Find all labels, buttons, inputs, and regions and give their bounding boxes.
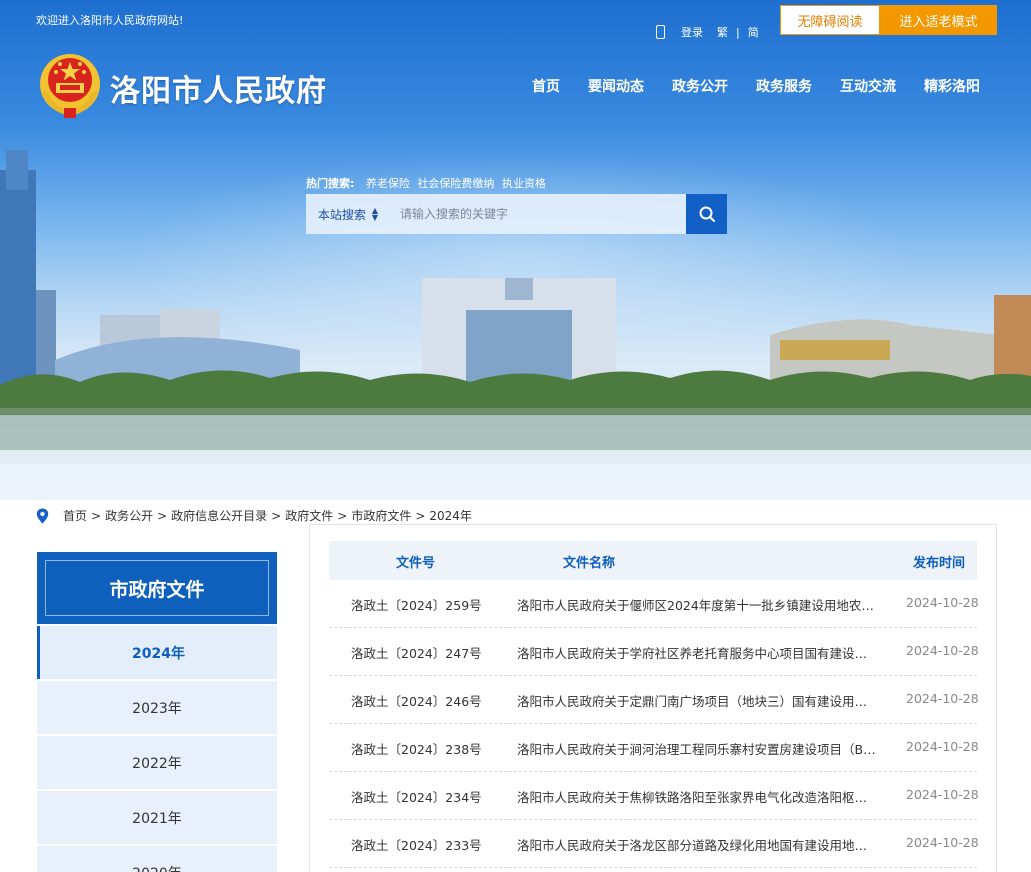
nav-interaction[interactable]: 互动交流	[840, 76, 896, 96]
search-scope-label: 本站搜索	[317, 207, 366, 222]
nav-home[interactable]: 首页	[532, 76, 560, 96]
sidebar-item-2021[interactable]: 2021年	[37, 791, 277, 844]
doc-number: 洛政土〔2024〕247号	[351, 646, 482, 661]
doc-title-link[interactable]: 洛阳市人民政府关于学府社区养老托育服务中心项目国有建设…	[517, 643, 889, 662]
publish-date: 2024-10-28	[906, 691, 979, 706]
publish-date: 2024-10-28	[906, 835, 979, 850]
doc-number: 洛政土〔2024〕238号	[351, 742, 482, 757]
mobile-phone-icon[interactable]	[656, 25, 665, 39]
traditional-chinese-link[interactable]: 繁	[717, 24, 728, 40]
accessibility-reading-button[interactable]: 无障碍阅读	[780, 5, 880, 35]
table-row[interactable]: 洛政土〔2024〕233号 洛阳市人民政府关于洛龙区部分道路及绿化用地国有建设用…	[329, 820, 979, 868]
hot-keyword[interactable]: 执业资格	[502, 177, 546, 190]
doc-title-link[interactable]: 洛阳市人民政府关于涧河治理工程同乐寨村安置房建设项目（B…	[517, 739, 889, 758]
lang-divider: |	[736, 25, 740, 39]
sort-arrows-icon: ▲ ▼	[371, 206, 379, 222]
doc-title-link[interactable]: 洛阳市人民政府关于定鼎门南广场项目（地块三）国有建设用…	[517, 691, 889, 710]
hot-search: 热门搜索: 养老保险 社会保险费缴纳 执业资格	[306, 175, 550, 191]
hot-keyword[interactable]: 养老保险	[366, 177, 410, 190]
table-row[interactable]: 洛政土〔2024〕247号 洛阳市人民政府关于学府社区养老托育服务中心项目国有建…	[329, 628, 979, 676]
breadcrumb-separator: >	[337, 508, 348, 523]
search-bar: 本站搜索 ▲ ▼	[306, 194, 727, 234]
doc-title-link[interactable]: 洛阳市人民政府关于洛龙区部分道路及绿化用地国有建设用地…	[517, 835, 889, 854]
search-input[interactable]	[390, 194, 686, 234]
breadcrumb-gov-affairs[interactable]: 政务公开	[105, 507, 153, 524]
publish-date: 2024-10-28	[906, 739, 979, 754]
doc-number: 洛政土〔2024〕246号	[351, 694, 482, 709]
doc-number: 洛政土〔2024〕234号	[351, 790, 482, 805]
sidebar-item-2023[interactable]: 2023年	[37, 681, 277, 734]
breadcrumb-separator: >	[271, 508, 282, 523]
nav-gov-services[interactable]: 政务服务	[756, 76, 812, 96]
simplified-chinese-link[interactable]: 简	[748, 24, 759, 40]
doc-number: 洛政土〔2024〕233号	[351, 838, 482, 853]
breadcrumb-separator: >	[157, 508, 168, 523]
breadcrumb-separator: >	[415, 508, 426, 523]
sidebar-header: 市政府文件	[37, 552, 277, 624]
top-links: 登录 繁 | 简	[656, 24, 759, 40]
hot-search-label: 热门搜索:	[306, 177, 355, 190]
table-row[interactable]: 洛政土〔2024〕234号 洛阳市人民政府关于焦柳铁路洛阳至张家界电气化改造洛阳…	[329, 772, 979, 820]
search-icon	[699, 206, 715, 222]
sidebar-title: 市政府文件	[45, 560, 269, 616]
table-row[interactable]: 洛政土〔2024〕259号 洛阳市人民政府关于偃师区2024年度第十一批乡镇建设…	[329, 580, 979, 628]
publish-date: 2024-10-28	[906, 643, 979, 658]
header-banner: 欢迎进入洛阳市人民政府网站! 登录 繁 | 简 无障碍阅读 进入适老模式 洛阳市…	[0, 0, 1031, 500]
elder-mode-button[interactable]: 进入适老模式	[880, 5, 997, 35]
header-doc-name: 文件名称	[563, 556, 616, 571]
breadcrumb-home[interactable]: 首页	[63, 507, 87, 524]
search-scope-select[interactable]: 本站搜索 ▲ ▼	[306, 194, 390, 234]
doc-title-link[interactable]: 洛阳市人民政府关于偃师区2024年度第十一批乡镇建设用地农…	[517, 595, 889, 614]
sidebar-item-2024[interactable]: 2024年	[37, 626, 277, 679]
nav-gov-affairs[interactable]: 政务公开	[672, 76, 728, 96]
breadcrumb-city-docs[interactable]: 市政府文件	[351, 507, 411, 524]
breadcrumb-current-year[interactable]: 2024年	[429, 507, 472, 524]
doc-title-link[interactable]: 洛阳市人民政府关于焦柳铁路洛阳至张家界电气化改造洛阳枢…	[517, 787, 889, 806]
table-header: 文件号 文件名称 发布时间	[329, 541, 977, 580]
breadcrumb: 首页 > 政务公开 > 政府信息公开目录 > 政府文件 > 市政府文件 > 20…	[36, 507, 472, 524]
breadcrumb-catalog[interactable]: 政府信息公开目录	[171, 507, 267, 524]
nav-luoyang[interactable]: 精彩洛阳	[924, 76, 980, 96]
breadcrumb-separator: >	[91, 508, 102, 523]
sidebar-year-list: 2024年 2023年 2022年 2021年 2020年	[37, 626, 277, 872]
table-row[interactable]: 洛政土〔2024〕238号 洛阳市人民政府关于涧河治理工程同乐寨村安置房建设项目…	[329, 724, 979, 772]
publish-date: 2024-10-28	[906, 595, 979, 610]
publish-date: 2024-10-28	[906, 787, 979, 802]
table-row[interactable]: 洛政土〔2024〕246号 洛阳市人民政府关于定鼎门南广场项目（地块三）国有建设…	[329, 676, 979, 724]
login-link[interactable]: 登录	[681, 24, 703, 40]
sidebar-item-2022[interactable]: 2022年	[37, 736, 277, 789]
search-button[interactable]	[686, 194, 727, 234]
header-doc-no: 文件号	[396, 556, 436, 571]
nav-news[interactable]: 要闻动态	[588, 76, 644, 96]
breadcrumb-gov-docs[interactable]: 政府文件	[285, 507, 333, 524]
doc-number: 洛政土〔2024〕259号	[351, 598, 482, 613]
header-date: 发布时间	[913, 556, 966, 571]
hot-keyword[interactable]: 社会保险费缴纳	[417, 177, 494, 190]
national-emblem-logo	[40, 54, 100, 118]
location-pin-icon	[36, 508, 49, 523]
welcome-text: 欢迎进入洛阳市人民政府网站!	[36, 14, 184, 27]
main-nav: 首页 要闻动态 政务公开 政务服务 互动交流 精彩洛阳	[532, 76, 980, 96]
sidebar-item-2020[interactable]: 2020年	[37, 846, 277, 872]
site-title[interactable]: 洛阳市人民政府	[110, 66, 327, 110]
